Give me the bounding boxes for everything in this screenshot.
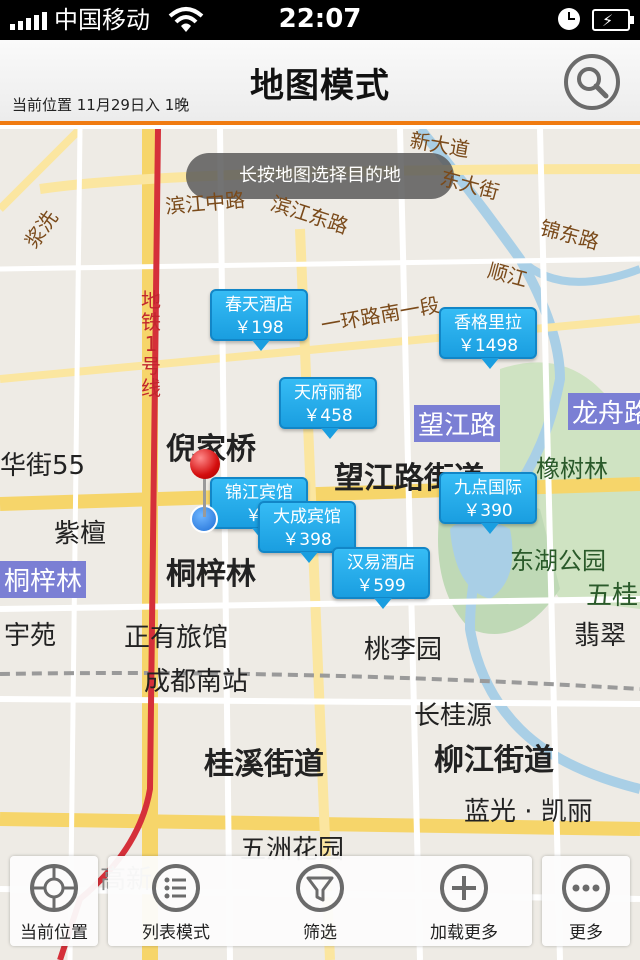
toolbar-label: 筛选 (303, 923, 337, 943)
hotel-price: ￥1498 (457, 336, 519, 356)
current-location-button[interactable]: 当前位置 (10, 856, 98, 946)
status-time: 22:07 (278, 4, 362, 34)
hotel-marker[interactable]: 春天酒店 ￥198 (210, 289, 308, 351)
place-label-liujiang: 柳江街道 (434, 743, 554, 778)
hotel-marker[interactable]: 香格里拉 ￥1498 (439, 307, 537, 369)
battery-icon: ⚡ (592, 9, 634, 31)
place-label-longzhoulu: 龙舟路 (568, 393, 640, 430)
toolbar-group: 列表模式 筛选 加载更多 (108, 856, 532, 946)
location-pin-stick (203, 477, 206, 517)
hotel-price: ￥390 (463, 501, 513, 521)
location-pin-icon[interactable] (190, 449, 220, 479)
hotel-marker[interactable]: 大成宾馆 ￥398 (258, 501, 356, 563)
place-label-guixi: 桂溪街道 (204, 747, 324, 782)
status-bar: 中国移动 22:07 ⚡ (0, 0, 640, 40)
hotel-marker[interactable]: 汉易酒店 ￥599 (332, 547, 430, 609)
hotel-name: 汉易酒店 (347, 553, 415, 573)
nav-header: 地图模式 当前位置 11月29日入 1晚 (0, 40, 640, 125)
place-label-changguiyuan: 长桂源 (414, 701, 493, 731)
more-button[interactable]: 更多 (542, 856, 630, 946)
place-label-chengdu-south: 成都南站 (144, 667, 249, 697)
metro-line-label: 地铁1号线 (141, 288, 161, 400)
hotel-price: ￥458 (303, 406, 353, 426)
hotel-price: ￥198 (234, 318, 284, 338)
place-label-zitan: 紫檀 (54, 519, 107, 549)
list-icon (152, 864, 200, 912)
map-view[interactable]: 长按地图选择目的地 滨江中路 滨江东路 一环路南一段 东大街 锦东路 顺江 浆洗… (0, 129, 640, 960)
list-mode-button[interactable]: 列表模式 (108, 856, 244, 946)
toolbar-label: 更多 (569, 923, 603, 943)
crosshair-icon (30, 864, 78, 912)
place-label-feicui: 翡翠 (574, 621, 627, 651)
place-label-tongzilin-left: 桐梓林 (0, 561, 87, 598)
filter-button[interactable]: 筛选 (252, 856, 388, 946)
search-icon (577, 67, 609, 99)
more-icon (562, 864, 610, 912)
hotel-name: 天府丽都 (294, 383, 362, 403)
place-label-xiangshulin: 橡树林 (536, 455, 608, 483)
filter-icon (296, 864, 344, 912)
place-label-wangjianglu: 望江路 (414, 405, 501, 442)
plus-icon (440, 864, 488, 912)
place-label-donghu: 东湖公园 (510, 547, 606, 575)
alarm-icon (558, 8, 580, 30)
hotel-marker[interactable]: 九点国际 ￥390 (439, 472, 537, 534)
hotel-name: 香格里拉 (454, 313, 522, 333)
bottom-toolbar: 当前位置 列表模式 筛选 加载更多 更多 (0, 856, 640, 960)
place-label-wugui: 五桂 (586, 581, 639, 611)
place-label-tongzilin: 桐梓林 (166, 557, 256, 592)
search-button[interactable] (564, 54, 620, 110)
toolbar-label: 列表模式 (142, 923, 210, 943)
load-more-button[interactable]: 加载更多 (396, 856, 532, 946)
place-label-languang: 蓝光 · 凯丽 (464, 797, 593, 827)
toolbar-label: 当前位置 (20, 923, 88, 943)
hotel-price: ￥599 (356, 576, 406, 596)
hotel-name: 大成宾馆 (273, 507, 341, 527)
place-label-zhengyou: 正有旅馆 (124, 623, 229, 653)
toolbar-label: 加载更多 (430, 923, 498, 943)
hotel-name: 九点国际 (454, 478, 522, 498)
place-label-huajie: 华街55 (0, 451, 86, 481)
place-label-taoliyuan: 桃李园 (364, 635, 443, 665)
hotel-name: 春天酒店 (225, 295, 293, 315)
hotel-marker[interactable]: 天府丽都 ￥458 (279, 377, 377, 439)
location-summary: 当前位置 11月29日入 1晚 (12, 96, 190, 114)
place-label-yuyuan: 宇苑 (4, 621, 57, 651)
